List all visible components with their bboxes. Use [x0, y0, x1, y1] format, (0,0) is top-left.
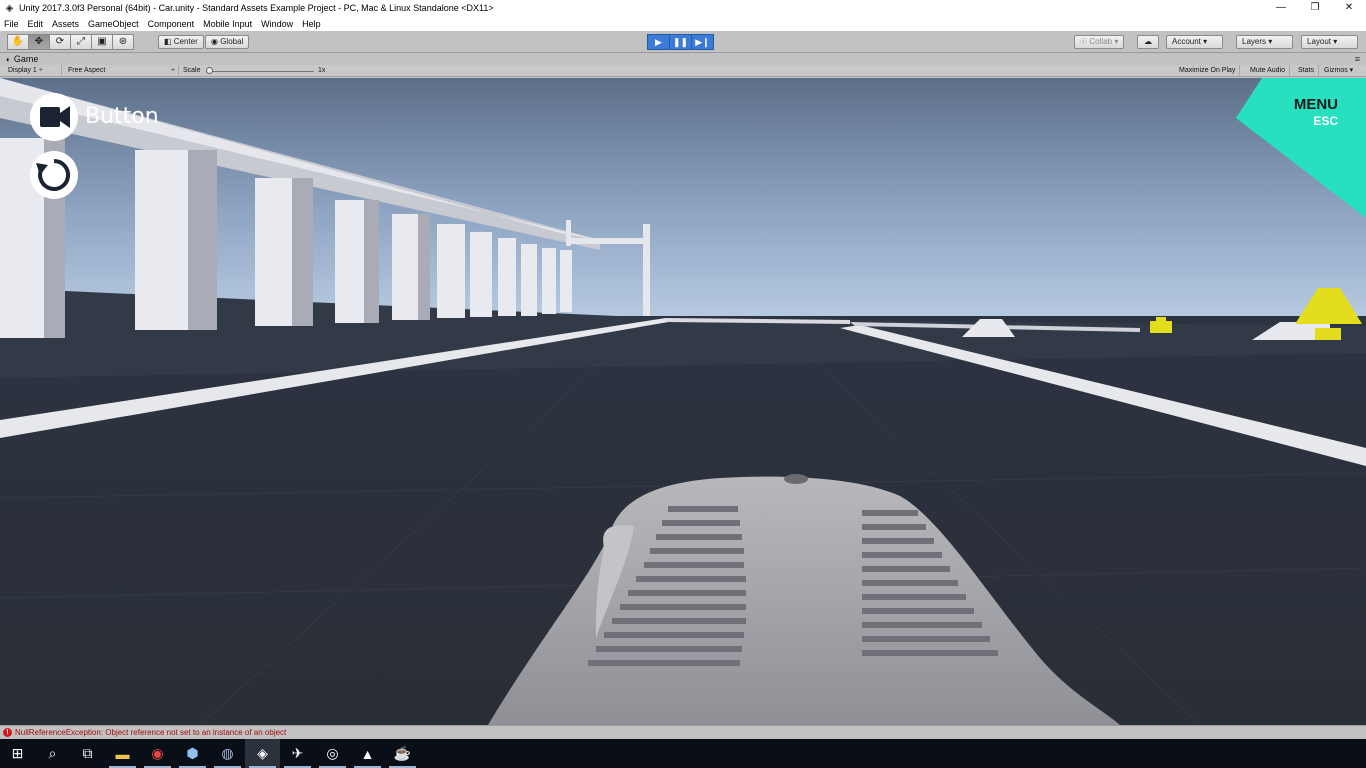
- pivot-label: Center: [173, 37, 198, 46]
- collab-dropdown[interactable]: ☉ Collab ▾: [1074, 35, 1125, 49]
- menu-edit[interactable]: Edit: [28, 19, 44, 29]
- pause-icon[interactable]: ❚❚: [669, 34, 692, 50]
- menu-file[interactable]: File: [4, 19, 19, 29]
- unity-logo-icon: ◈: [5, 2, 14, 14]
- window-controls: — ❐ ✕: [1264, 0, 1366, 16]
- box-icon[interactable]: ⬢: [175, 739, 210, 768]
- scale-tool-icon[interactable]: ⤢: [70, 34, 92, 50]
- chrome-icon[interactable]: ◉: [140, 739, 175, 768]
- java-icon[interactable]: ☕: [385, 739, 420, 768]
- scale-slider-handle[interactable]: [206, 67, 213, 74]
- account-label: Account: [1172, 37, 1201, 46]
- error-message: NullReferenceException: Object reference…: [15, 728, 287, 737]
- rect-tool-icon[interactable]: ▣: [91, 34, 113, 50]
- collab-label: Collab: [1089, 37, 1113, 46]
- search-icon[interactable]: ⌕: [35, 739, 70, 768]
- aspect-label: Free Aspect: [68, 67, 106, 74]
- main-toolbar: ✋ ✥ ⟳ ⤢ ▣ ⊛ ◧ Center ◉ Global ▶ ❚❚ ▶❙ ☉ …: [0, 31, 1366, 53]
- display-dropdown[interactable]: Display 1 ÷: [4, 65, 62, 77]
- stats-toggle[interactable]: Stats: [1294, 65, 1319, 77]
- task-view-icon[interactable]: ⧉: [70, 739, 105, 768]
- menu-assets[interactable]: Assets: [52, 19, 79, 29]
- windows-taskbar: ⊞ ⌕ ⧉ ▬ ◉ ⬢ ◍ ◈ ✈ ◎ ▲ ☕: [0, 739, 1366, 768]
- scale-value: 1x: [318, 67, 326, 74]
- global-space-toggle[interactable]: ◉ Global: [205, 35, 250, 49]
- cloud-icon[interactable]: ☁: [1137, 35, 1159, 49]
- layout-dropdown[interactable]: Layout ▾: [1301, 35, 1358, 49]
- game-view-controls: Display 1 ÷ Free Aspect ÷ Scale 1x Maximi…: [0, 65, 1366, 77]
- scale-label: Scale: [183, 67, 201, 74]
- display-label: Display 1: [8, 67, 37, 74]
- space-label: Global: [220, 37, 244, 46]
- video-camera-icon: [40, 106, 70, 128]
- gantry-beam: [566, 238, 650, 244]
- gizmos-dropdown[interactable]: Gizmos ▾: [1320, 65, 1357, 77]
- menu-label: MENU: [1293, 96, 1338, 113]
- restore-button[interactable]: ❐: [1298, 0, 1332, 16]
- menu-mobile-input[interactable]: Mobile Input: [203, 19, 252, 29]
- play-icon[interactable]: ▶: [647, 34, 670, 50]
- reset-arrow-icon: [36, 158, 71, 191]
- step-icon[interactable]: ▶❙: [691, 34, 714, 50]
- account-dropdown[interactable]: Account ▾: [1166, 35, 1223, 49]
- maximize-on-play-toggle[interactable]: Maximize On Play: [1175, 65, 1241, 77]
- layers-label: Layers: [1242, 37, 1267, 46]
- menu-help[interactable]: Help: [302, 19, 321, 29]
- game-tab-bar: ◐ Game ≡: [0, 53, 1366, 65]
- app-icon[interactable]: ◍: [210, 739, 245, 768]
- menu-button[interactable]: MENU ESC: [1236, 78, 1366, 218]
- game-viewport[interactable]: Button MENU ESC: [0, 78, 1366, 725]
- photos-icon[interactable]: ▲: [350, 739, 385, 768]
- menu-window[interactable]: Window: [261, 19, 293, 29]
- console-status-bar[interactable]: ! NullReferenceException: Object referen…: [0, 725, 1366, 739]
- layout-label: Layout: [1307, 37, 1332, 46]
- menu-component[interactable]: Component: [148, 19, 195, 29]
- layers-dropdown[interactable]: Layers ▾: [1236, 35, 1293, 49]
- menu-bar: File Edit Assets GameObject Component Mo…: [0, 16, 1366, 31]
- game-scene: [0, 78, 1366, 725]
- reset-button[interactable]: [30, 151, 78, 199]
- minimize-button[interactable]: —: [1264, 0, 1298, 16]
- aspect-dropdown[interactable]: Free Aspect ÷: [64, 65, 179, 77]
- close-button[interactable]: ✕: [1332, 0, 1366, 16]
- file-explorer-icon[interactable]: ▬: [105, 739, 140, 768]
- mute-audio-toggle[interactable]: Mute Audio: [1246, 65, 1291, 77]
- tab-game[interactable]: ◐ Game: [2, 53, 62, 65]
- menu-gameobject[interactable]: GameObject: [88, 19, 139, 29]
- gantry-post-right: [643, 224, 650, 316]
- title-bar: ◈ Unity 2017.3.0f3 Personal (64bit) - Ca…: [0, 0, 1366, 16]
- bird-icon[interactable]: ✈: [280, 739, 315, 768]
- tab-game-label: Game: [13, 54, 39, 64]
- transform-tools: ✋ ✥ ⟳ ⤢ ▣ ⊛: [7, 34, 134, 50]
- camera-button-label[interactable]: Button: [85, 104, 159, 129]
- gizmos-label: Gizmos: [1324, 67, 1348, 74]
- scale-slider-track[interactable]: [208, 71, 314, 72]
- rotate-tool-icon[interactable]: ⟳: [49, 34, 71, 50]
- move-tool-icon[interactable]: ✥: [28, 34, 50, 50]
- start-icon[interactable]: ⊞: [0, 739, 35, 768]
- game-controller-icon: ◐: [6, 55, 11, 64]
- window-title: Unity 2017.3.0f3 Personal (64bit) - Car.…: [19, 3, 494, 13]
- panel-menu-icon[interactable]: ≡: [1355, 53, 1360, 65]
- playback-controls: ▶ ❚❚ ▶❙: [647, 34, 714, 50]
- unity-icon[interactable]: ◈: [245, 739, 280, 768]
- hand-tool-icon[interactable]: ✋: [7, 34, 29, 50]
- camera-button[interactable]: [30, 93, 78, 141]
- error-icon: !: [3, 728, 12, 737]
- pivot-center-toggle[interactable]: ◧ Center: [158, 35, 204, 49]
- obs-icon[interactable]: ◎: [315, 739, 350, 768]
- esc-label: ESC: [1313, 114, 1338, 128]
- transform-tool-icon[interactable]: ⊛: [112, 34, 134, 50]
- hood-emblem: [784, 474, 808, 484]
